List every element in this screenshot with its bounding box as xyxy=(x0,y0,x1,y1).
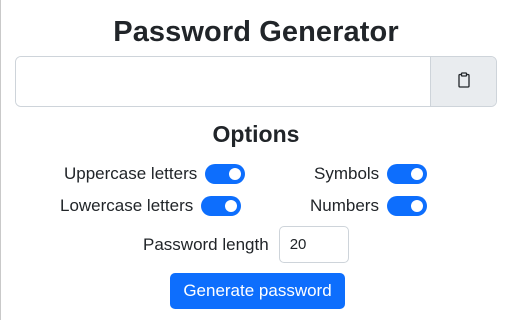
lowercase-label: Lowercase letters xyxy=(60,196,194,215)
clipboard-icon xyxy=(456,72,472,91)
options-heading: Options xyxy=(212,121,300,147)
password-output-group xyxy=(15,56,497,107)
copy-button[interactable] xyxy=(430,57,496,106)
option-lowercase: Lowercase letters xyxy=(60,195,242,217)
uppercase-toggle[interactable] xyxy=(205,164,246,184)
page-title: Password Generator xyxy=(113,16,399,48)
option-symbols: Symbols xyxy=(314,163,428,185)
password-output-field[interactable] xyxy=(16,57,430,106)
toggle-knob xyxy=(410,200,423,212)
toggle-knob xyxy=(225,200,238,212)
option-numbers: Numbers xyxy=(310,195,427,217)
symbols-label: Symbols xyxy=(314,164,380,183)
toggle-knob xyxy=(229,168,242,180)
numbers-label: Numbers xyxy=(310,196,379,215)
password-length-label: Password length xyxy=(143,234,269,254)
password-length-input[interactable] xyxy=(278,226,349,263)
generate-password-button[interactable]: Generate password xyxy=(170,273,345,309)
symbols-toggle[interactable] xyxy=(387,164,428,184)
lowercase-toggle[interactable] xyxy=(201,196,242,216)
toggle-knob xyxy=(411,168,424,180)
uppercase-label: Uppercase letters xyxy=(64,164,198,183)
option-uppercase: Uppercase letters xyxy=(64,163,246,185)
numbers-toggle[interactable] xyxy=(386,196,427,216)
password-length-row: Password length xyxy=(143,226,349,263)
